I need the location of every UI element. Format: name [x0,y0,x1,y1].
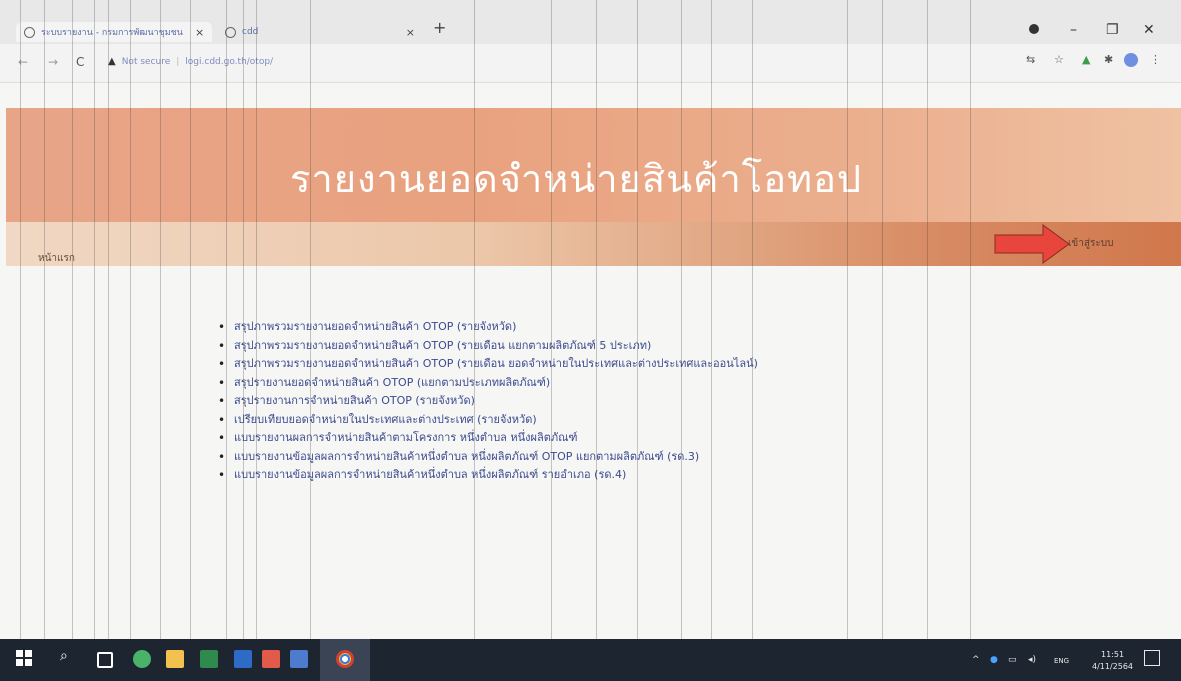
scan-line [160,0,161,681]
tab-cdd[interactable]: cdd × [225,22,415,42]
security-label: Not secure [121,56,171,67]
chrome-icon[interactable] [336,650,354,668]
report-link[interactable]: สรุปรายงานยอดจำหน่ายสินค้า OTOP (แยกตามป… [216,374,758,393]
scan-line [108,0,109,681]
scan-line [970,0,971,681]
excel-icon[interactable] [200,650,218,668]
report-link[interactable]: สรุปภาพรวมรายงานยอดจำหน่ายสินค้า OTOP (ร… [216,337,758,356]
drive-icon[interactable]: ▲ [1082,53,1090,66]
line-app-icon[interactable] [133,650,151,668]
windows-start-icon[interactable] [16,650,34,668]
word-icon[interactable] [234,650,252,668]
screen: ระบบรายงาน - กรมการพัฒนาชุมชน × cdd × + … [0,0,1181,681]
login-link[interactable]: เข้าสู่ระบบ [1068,236,1113,251]
tab-title: ระบบรายงาน - กรมการพัฒนาชุมชน [41,28,183,38]
notification-icon[interactable] [1144,650,1160,666]
search-icon[interactable]: ⌕ [60,648,78,666]
scan-line [681,0,682,681]
scan-line [310,0,311,681]
scan-line [847,0,848,681]
scan-line [752,0,753,681]
tab-otop-report[interactable]: ระบบรายงาน - กรมการพัฒนาชุมชน × [16,22,213,42]
scan-line [551,0,552,681]
network-icon[interactable]: ● [990,655,998,665]
extensions-icon[interactable]: ✱ [1104,53,1113,66]
report-link[interactable]: สรุปรายงานการจำหน่ายสินค้า OTOP (รายจังห… [216,392,758,411]
volume-icon[interactable]: ◂) [1028,655,1036,665]
chevron-up-icon[interactable]: ^ [972,655,980,665]
scan-line [243,0,244,681]
globe-icon [24,26,35,38]
star-icon[interactable]: ☆ [1054,53,1064,66]
report-link[interactable]: แบบรายงานข้อมูลผลการจำหน่ายสินค้าหนึ่งตำ… [216,466,758,485]
file-explorer-icon[interactable] [166,650,184,668]
battery-icon[interactable]: ▭ [1008,655,1017,665]
clock-time: 11:51 [1100,650,1125,659]
new-tab-button[interactable]: + [433,18,446,37]
scan-line [711,0,712,681]
scan-line [596,0,597,681]
warning-icon: ▲ [108,56,116,67]
task-view-icon[interactable] [97,652,113,668]
scan-line [20,0,21,681]
scan-line [226,0,227,681]
scan-line [637,0,638,681]
language-indicator[interactable]: ENG [1054,657,1069,665]
tab-title: cdd [242,27,259,37]
report-link[interactable]: แบบรายงานผลการจำหน่ายสินค้าตามโครงการ หน… [216,429,758,448]
scan-line [130,0,131,681]
scan-line [44,0,45,681]
translate-icon[interactable]: ⇆ [1026,53,1035,66]
pdf-reader-icon[interactable] [262,650,280,668]
scan-line [474,0,475,681]
menu-icon[interactable]: ⋮ [1150,53,1161,66]
minimize-button[interactable]: – [1070,22,1077,38]
report-link[interactable]: สรุปภาพรวมรายงานยอดจำหน่ายสินค้า OTOP (ร… [216,355,758,374]
maximize-button[interactable]: ❐ [1106,22,1119,38]
report-link[interactable]: แบบรายงานข้อมูลผลการจำหน่ายสินค้าหนึ่งตำ… [216,448,758,467]
scan-line [94,0,95,681]
report-list: สรุปภาพรวมรายงานยอดจำหน่ายสินค้า OTOP (ร… [216,318,758,485]
forward-button[interactable]: → [48,55,58,69]
profile-avatar-icon[interactable] [1124,53,1138,70]
report-link[interactable]: เปรียบเทียบยอดจำหน่ายในประเทศและต่างประเ… [216,411,758,430]
record-icon [1029,24,1039,34]
scan-line [256,0,257,681]
close-icon[interactable]: × [195,26,204,39]
page-title: รายงานยอดจำหน่ายสินค้าโอทอป [290,157,863,201]
scan-line [190,0,191,681]
clock-date: 4/11/2564 [1092,662,1134,671]
scan-line [72,0,73,681]
close-icon[interactable]: × [406,26,415,39]
scan-line [927,0,928,681]
clock[interactable]: 11:51 4/11/2564 [1092,649,1133,673]
url-text: logi.cdd.go.th/otop/ [185,56,274,67]
report-link[interactable]: สรุปภาพรวมรายงานยอดจำหน่ายสินค้า OTOP (ร… [216,318,758,337]
photos-icon[interactable] [290,650,308,668]
close-window-button[interactable]: ✕ [1143,22,1155,38]
reload-button[interactable]: C [76,55,84,69]
arrow-right-icon [994,224,1070,264]
scan-line [882,0,883,681]
address-divider: | [176,56,180,67]
